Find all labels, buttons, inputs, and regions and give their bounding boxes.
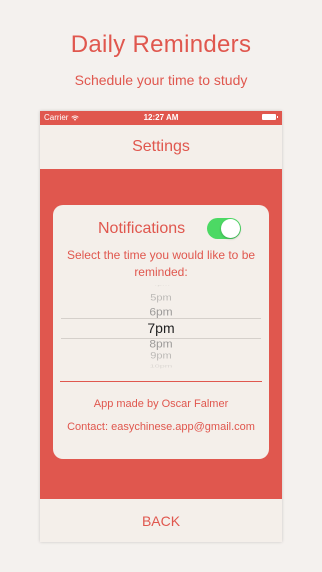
promo-title: Daily Reminders [70, 31, 252, 58]
status-bar: Carrier 12:27 AM [40, 111, 282, 125]
promo-subtitle: Schedule your time to study [74, 72, 248, 88]
nav-bar: Settings [40, 125, 282, 169]
contact-label: Contact: easychinese.app@gmail.com [67, 421, 255, 433]
picker-item[interactable]: 5pm [61, 293, 261, 303]
back-button-label: BACK [141, 512, 181, 529]
notifications-row: Notifications [53, 218, 269, 240]
battery-icon [262, 114, 278, 120]
made-by-label: App made by Oscar Falmer [93, 398, 229, 410]
reminder-prompt: Select the time you would like to be rem… [66, 248, 256, 279]
picker-item[interactable]: 9pm [61, 351, 261, 361]
time-picker[interactable]: 4pm 5pm 6pm 7pm 8pm 9pm 10pm [61, 285, 261, 369]
picker-item[interactable]: 10pm [61, 363, 261, 369]
picker-item[interactable]: 6pm [61, 306, 261, 319]
picker-item[interactable]: 4pm [61, 285, 261, 287]
notifications-label: Notifications [98, 220, 186, 237]
notifications-toggle[interactable] [207, 218, 241, 239]
picker-item[interactable]: 8pm [61, 338, 261, 351]
back-button[interactable]: BACK [40, 499, 282, 542]
picker-item-selected[interactable]: 7pm [61, 320, 261, 336]
status-time: 12:27 AM [143, 113, 179, 122]
card-divider [60, 381, 262, 382]
toggle-knob [221, 219, 240, 238]
phone-screen: Carrier 12:27 AM Settings Notifications … [40, 111, 282, 542]
nav-title: Settings [132, 138, 190, 155]
settings-card: Notifications Select the time you would … [53, 205, 269, 459]
